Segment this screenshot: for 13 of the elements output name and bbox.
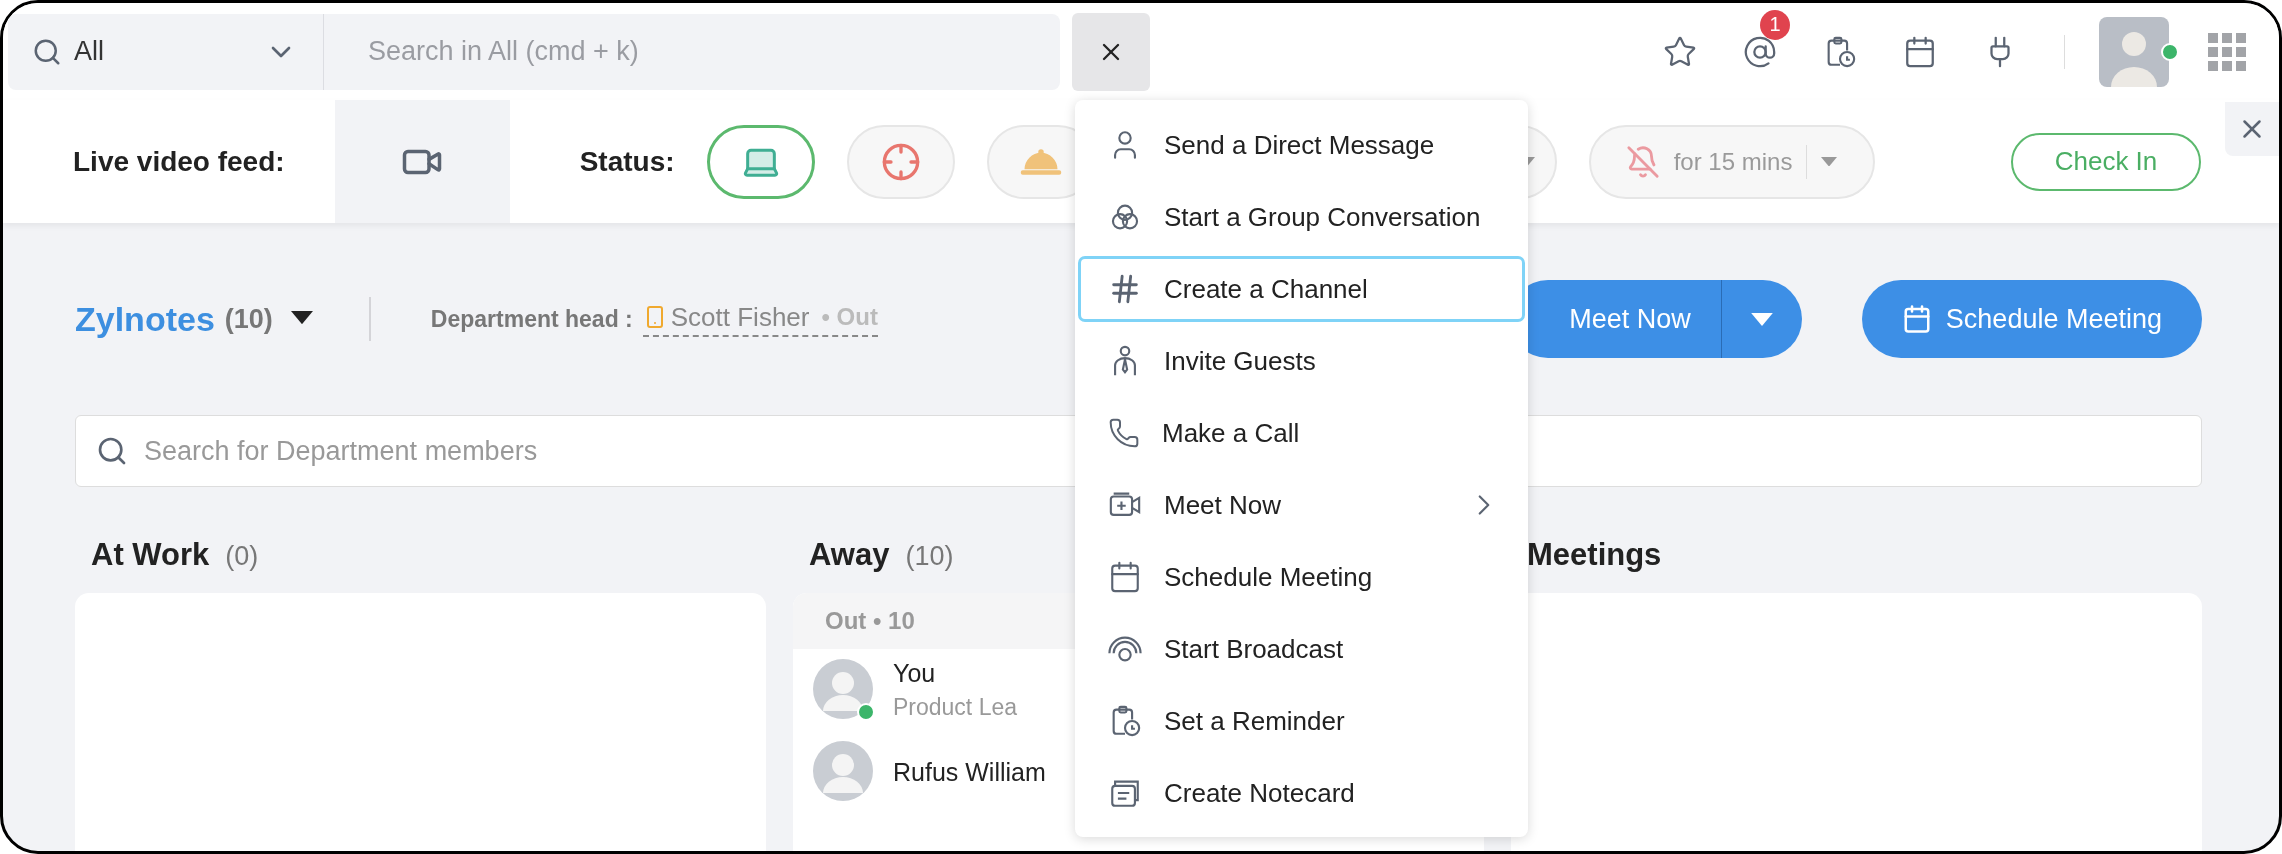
member-role: Product Lea <box>893 694 1018 721</box>
column-title: Meetings <box>1527 537 1662 573</box>
column-count: (10) <box>905 541 954 572</box>
notification-badge: 1 <box>1760 9 1790 40</box>
head-name: Scott Fisher <box>670 301 810 333</box>
live-video-label: Live video feed: <box>73 145 285 178</box>
department-head-label: Department head : <box>430 305 633 333</box>
member-count: (10) <box>224 303 273 335</box>
column-title: At Work <box>91 537 210 573</box>
column-count: (0) <box>225 541 259 572</box>
column-title: Away <box>809 537 890 573</box>
status-label: Status: <box>579 145 675 178</box>
head-status: • Out <box>821 303 878 331</box>
